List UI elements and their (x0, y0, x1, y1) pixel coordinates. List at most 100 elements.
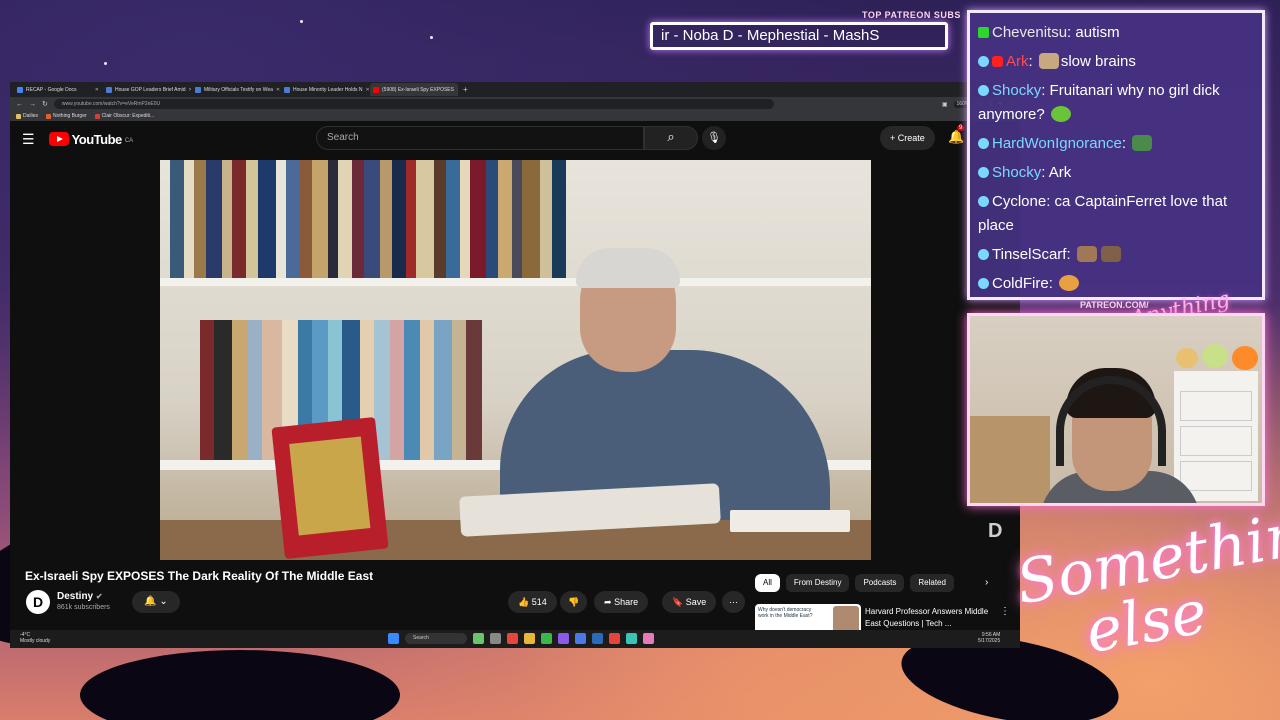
search-icon[interactable]: ⌕ (644, 126, 698, 150)
channel-name[interactable]: Destiny ✔ (57, 591, 103, 602)
site-icon (195, 86, 201, 93)
more-icon[interactable]: ⋮ (1000, 606, 1010, 617)
patreon-ticker: ir - Noba D - Mephestial - MashS (650, 22, 948, 50)
forward-icon[interactable]: → (29, 101, 36, 108)
create-button[interactable]: + Create (880, 126, 935, 150)
chip-all[interactable]: All (755, 574, 780, 592)
app-icon[interactable] (575, 633, 586, 644)
badge-icon (978, 56, 989, 67)
file-explorer-icon[interactable] (524, 633, 535, 644)
close-icon[interactable]: ✕ (276, 87, 280, 93)
close-icon[interactable]: ✕ (95, 87, 99, 93)
chat-message: HardWonIgnorance: (978, 132, 1254, 156)
app-icon[interactable] (643, 633, 654, 644)
webcam-feed (967, 313, 1265, 506)
chat-message: Shocky: Fruitanari why no girl dick anym… (978, 82, 1220, 123)
microphone-icon[interactable]: 🎙 (702, 126, 726, 150)
chat-message: Chevenitsu: autism (978, 21, 1254, 45)
plush-toy (1232, 346, 1258, 370)
close-icon[interactable]: ✕ (189, 87, 192, 93)
emote-icon (1059, 275, 1080, 291)
ticker-label: TOP PATREON SUBS (862, 10, 961, 20)
site-icon (94, 113, 100, 119)
chat-message: Cyclone: ca CaptainFerret love that plac… (978, 193, 1228, 234)
bell-icon: 🔔 (144, 596, 157, 607)
browser-tab[interactable]: House GOP Leaders Brief Amid ✕ (103, 83, 191, 96)
star (104, 62, 107, 65)
kick-badge-icon (978, 27, 989, 38)
more-actions-button[interactable]: ⋯ (722, 591, 745, 613)
video-title: Ex-Israeli Spy EXPOSES The Dark Reality … (25, 569, 374, 583)
taskbar-clock[interactable]: 9:56 AM 5/17/2025 (978, 632, 1000, 644)
task-view-icon[interactable] (490, 633, 501, 644)
youtube-header: ☰ YouTube CA Search ⌕ 🎙 + Create 🔔 9 (10, 121, 1020, 157)
new-tab-button[interactable]: + (463, 85, 468, 94)
app-icon[interactable] (507, 633, 518, 644)
taskbar-search[interactable]: Search (405, 633, 467, 644)
extensions-icon[interactable]: ▣ (942, 101, 948, 108)
bookshelf-top (170, 160, 860, 278)
app-icon[interactable] (626, 633, 637, 644)
chip-related[interactable]: Related (910, 574, 954, 592)
recommendation-title[interactable]: Harvard Professor Answers Middle East Qu… (865, 606, 1005, 630)
thumbs-down-icon: 👎 (568, 597, 580, 607)
chat-message: TinselScarf: (978, 243, 1254, 267)
notifications-bell-icon[interactable]: 🔔 (948, 129, 964, 145)
video-player[interactable] (160, 160, 871, 560)
like-button[interactable]: 👍 514 (508, 591, 557, 613)
cardboard-box (970, 416, 1050, 503)
docs-icon (17, 86, 23, 93)
share-button[interactable]: ➦ Share (594, 591, 649, 613)
app-icon[interactable] (592, 633, 603, 644)
chip-from-destiny[interactable]: From Destiny (785, 574, 850, 592)
browser-tab[interactable]: House Minority Leader Holds N ✕ (281, 83, 369, 96)
shelf (160, 278, 871, 286)
reload-icon[interactable]: ↻ (42, 100, 48, 108)
save-button[interactable]: 🔖 Save (662, 591, 717, 613)
channel-avatar[interactable]: D (26, 590, 50, 614)
app-icon[interactable] (558, 633, 569, 644)
dislike-button[interactable]: 👎 (560, 591, 588, 613)
chevron-right-icon[interactable]: › (985, 577, 988, 588)
badge-icon (978, 249, 989, 260)
weather-widget[interactable]: -4°C Mostly cloudy (20, 632, 50, 644)
back-icon[interactable]: ← (16, 101, 23, 108)
save-icon: 🔖 (672, 597, 684, 607)
star (300, 20, 303, 23)
interviewee-hair (576, 248, 680, 288)
chrome-icon[interactable] (609, 633, 620, 644)
widget-icon[interactable] (473, 633, 484, 644)
search-input[interactable]: Search (316, 126, 644, 150)
tab-bar: RECAP - Google Docs ✕ House GOP Leaders B… (10, 82, 1020, 97)
bookmark-item[interactable]: Clair Obscur: Expediti... (94, 113, 154, 119)
youtube-logo[interactable]: YouTube CA (48, 132, 133, 147)
browser-tab[interactable]: Military Officials Testify on Wea ✕ (192, 83, 280, 96)
hamburger-menu-icon[interactable]: ☰ (22, 131, 35, 148)
book-on-table (730, 510, 850, 532)
chevron-down-icon: ⌄ (159, 596, 168, 607)
address-bar: ← → ↻ www.youtube.com/watch?v=eVeRmP2eE0… (10, 97, 1020, 111)
site-icon (46, 113, 52, 119)
notification-subscribe-button[interactable]: 🔔 ⌄ (132, 591, 180, 613)
browser-tab-active[interactable]: (5908) Ex-Israeli Spy EXPOSES✕ (370, 83, 458, 96)
folder-icon (16, 113, 21, 119)
destiny-logo: D (988, 520, 1003, 542)
award-plaque (271, 416, 389, 560)
start-icon[interactable] (388, 633, 399, 644)
bookmark-item[interactable]: Dailies (16, 113, 38, 119)
youtube-icon (373, 86, 379, 93)
app-icon[interactable] (541, 633, 552, 644)
chip-podcasts[interactable]: Podcasts (855, 574, 905, 592)
emote-icon (1132, 135, 1153, 151)
bookmark-item[interactable]: Nothing Burger (46, 113, 87, 119)
browser-tab[interactable]: RECAP - Google Docs ✕ (14, 83, 102, 96)
site-icon (106, 86, 112, 93)
url-field[interactable]: www.youtube.com/watch?v=eVeRmP2eE0U (53, 99, 774, 109)
badge-icon (978, 138, 989, 149)
badge-icon (978, 85, 989, 96)
chat-message: Ark: slow brains (978, 50, 1254, 74)
emote-icon (1100, 246, 1121, 262)
close-icon[interactable]: ✕ (365, 87, 369, 93)
windows-taskbar: -4°C Mostly cloudy Search 9:56 AM 5/17/202… (10, 630, 1020, 648)
close-icon[interactable]: ✕ (457, 87, 458, 93)
